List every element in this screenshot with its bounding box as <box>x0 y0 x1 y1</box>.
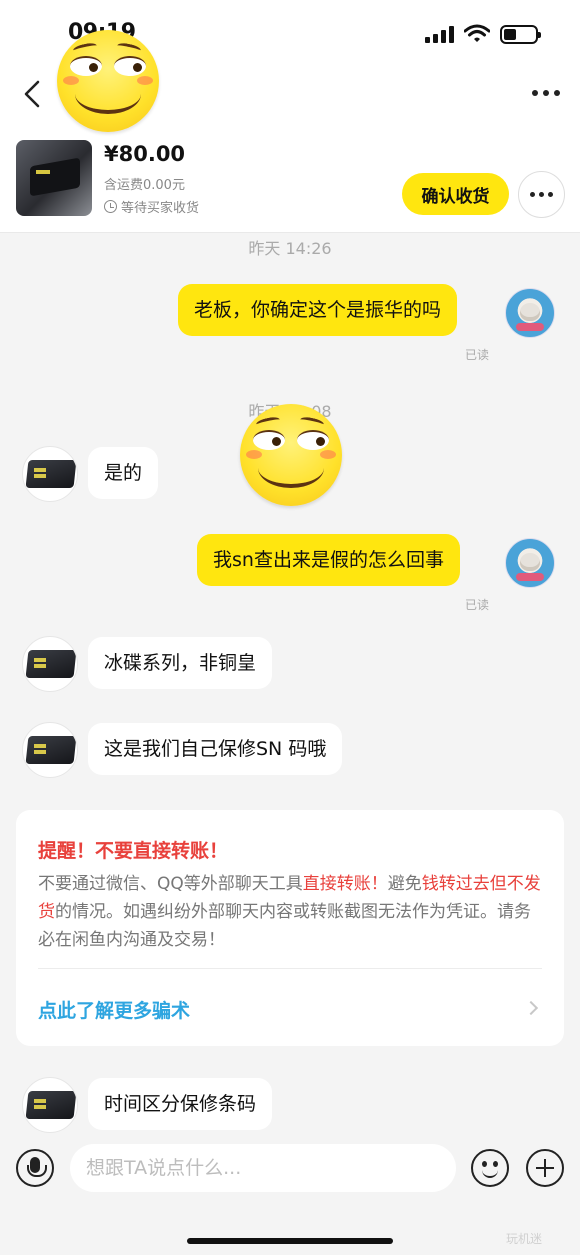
message-bubble-received[interactable]: 是的 <box>88 447 159 499</box>
shipping-info: 含运费0.00元 <box>104 178 185 193</box>
message-input[interactable] <box>70 1144 456 1192</box>
emoji-icon[interactable] <box>471 1149 509 1187</box>
learn-more-link[interactable]: 点此了解更多骗术 <box>38 996 190 1023</box>
confirm-receipt-button[interactable]: 确认收货 <box>402 173 509 215</box>
message-bubble-received[interactable]: 时间区分保修条码 <box>88 1078 273 1130</box>
warning-body-part: 不要通过微信、QQ等外部聊天工具 <box>38 874 303 894</box>
timestamp: 昨天 14:26 <box>248 239 332 258</box>
back-arrow-icon[interactable] <box>18 76 48 112</box>
header-divider <box>0 232 580 233</box>
message-bubble-received[interactable]: 这是我们自己保修SN 码哦 <box>88 723 343 775</box>
clock-icon <box>104 200 117 213</box>
home-indicator <box>187 1238 393 1244</box>
seller-avatar[interactable] <box>22 636 78 692</box>
read-receipt: 已读 <box>465 598 490 612</box>
more-options-button[interactable] <box>518 171 565 218</box>
input-bar: 玩机迷 <box>0 1140 580 1255</box>
order-status-text: 等待买家收货 <box>121 201 200 216</box>
product-image[interactable] <box>16 140 92 216</box>
warning-title: 提醒！不要直接转账！ <box>38 840 229 862</box>
seller-avatar[interactable] <box>22 446 78 502</box>
status-icons <box>425 24 541 44</box>
warning-body-part: 避免 <box>387 874 422 894</box>
my-avatar[interactable] <box>505 538 555 588</box>
battery-icon <box>500 24 541 44</box>
safety-warning-card: 提醒！不要直接转账！ 不要通过微信、QQ等外部聊天工具直接转账！避免钱转过去但不… <box>16 810 564 1046</box>
emoji-sticker-icon <box>57 30 159 132</box>
mic-icon[interactable] <box>16 1149 54 1187</box>
warning-divider <box>38 968 542 969</box>
read-receipt: 已读 <box>465 348 490 362</box>
plus-icon[interactable] <box>526 1149 564 1187</box>
message-bubble-sent[interactable]: 老板，你确定这个是振华的吗 <box>178 284 458 336</box>
warning-body-part: 的情况。如遇纠纷外部聊天内容或转账截图无法作为凭证。请务必在闲鱼内沟通及交易！ <box>38 902 531 950</box>
message-bubble-sent[interactable]: 我sn查出来是假的怎么回事 <box>197 534 460 586</box>
product-price: ¥80.00 <box>104 142 186 166</box>
signal-icon <box>425 25 454 43</box>
wifi-icon <box>464 24 490 42</box>
my-avatar[interactable] <box>505 288 555 338</box>
order-status: 等待买家收货 <box>104 197 199 216</box>
chevron-right-icon[interactable] <box>523 1000 539 1016</box>
more-dots-icon[interactable] <box>532 80 560 106</box>
watermark: 玩机迷 <box>506 1232 543 1246</box>
seller-avatar[interactable] <box>22 722 78 778</box>
emoji-sticker-icon <box>240 404 342 506</box>
warning-highlight: 直接转账！ <box>302 874 388 894</box>
seller-avatar[interactable] <box>22 1077 78 1133</box>
warning-body: 不要通过微信、QQ等外部聊天工具直接转账！避免钱转过去但不发货的情况。如遇纠纷外… <box>38 870 544 954</box>
message-bubble-received[interactable]: 冰碟系列，非铜皇 <box>88 637 273 689</box>
